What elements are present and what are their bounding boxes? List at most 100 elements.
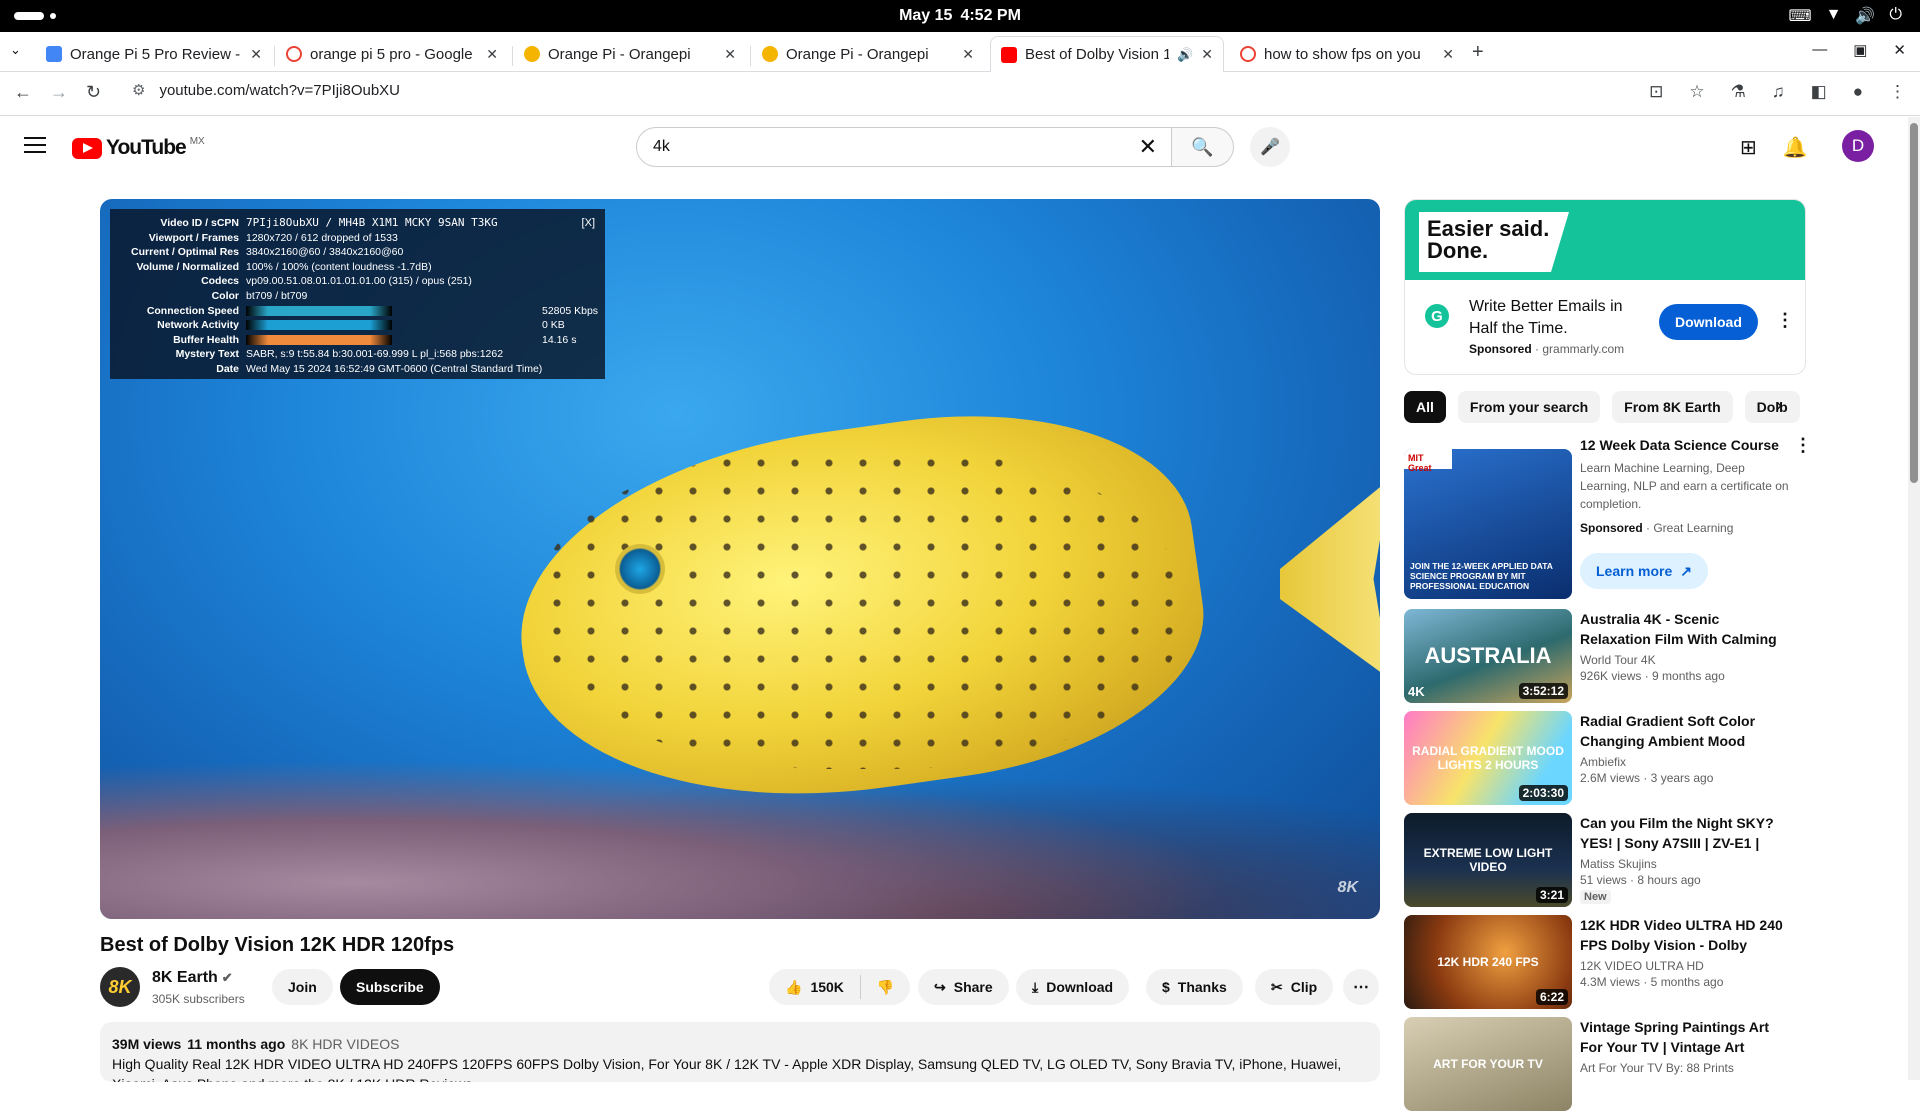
clear-search-icon[interactable]: ✕: [1139, 134, 1157, 160]
ad-more-icon[interactable]: ⋮: [1776, 310, 1794, 331]
recommended-title[interactable]: Radial Gradient Soft Color Changing Ambi…: [1580, 711, 1784, 751]
more-options-icon[interactable]: ⋮: [1794, 435, 1812, 456]
dislike-button[interactable]: 👎: [861, 979, 910, 996]
share-button[interactable]: ↪ Share: [918, 969, 1009, 1005]
tab-orangepi-2[interactable]: Orange Pi - Orangepi ✕: [752, 36, 984, 72]
voice-search-button[interactable]: 🎤: [1250, 127, 1290, 167]
close-tab-icon[interactable]: ✕: [1442, 46, 1454, 63]
tab-orangepi-1[interactable]: Orange Pi - Orangepi ✕: [514, 36, 746, 72]
menu-icon[interactable]: [24, 137, 46, 158]
sponsored-thumbnail[interactable]: MIT Great JOIN THE 12-WEEK APPLIED DATA …: [1404, 449, 1572, 599]
search-value: 4k: [653, 138, 670, 155]
stats-value: 52805 Kbps: [542, 304, 599, 317]
chip-from-your-search[interactable]: From your search: [1457, 391, 1601, 423]
learn-more-button[interactable]: Learn more ↗: [1580, 553, 1708, 589]
chip-dolby[interactable]: Dolb: [1744, 391, 1800, 423]
site-info-icon[interactable]: ⚙: [132, 82, 145, 99]
chip-from-8k-earth[interactable]: From 8K Earth: [1612, 391, 1733, 423]
channel-name[interactable]: 8K Earth: [152, 969, 218, 986]
youtube-logo[interactable]: YouTube MX: [72, 136, 205, 160]
bookmark-star-icon[interactable]: ☆: [1689, 82, 1704, 102]
recommended-channel[interactable]: Ambiefix: [1580, 755, 1784, 769]
sponsored-recommendation[interactable]: MIT Great JOIN THE 12-WEEK APPLIED DATA …: [1404, 435, 1812, 605]
like-button[interactable]: 👍 150K: [769, 975, 861, 999]
thanks-button[interactable]: $ Thanks: [1146, 969, 1243, 1005]
speaker-icon[interactable]: 🔊: [1177, 47, 1193, 63]
recommended-channel[interactable]: World Tour 4K: [1580, 653, 1784, 667]
recommended-video[interactable]: EXTREME LOW LIGHT VIDEO 3:21 Can you Film …: [1404, 813, 1806, 909]
new-tab-icon[interactable]: +: [1472, 41, 1484, 64]
description-box[interactable]: 39M views 11 months ago 8K HDR VIDEOS High…: [100, 1022, 1380, 1082]
video-thumbnail[interactable]: RADIAL GRADIENT MOOD LIGHTS 2 HOURS 2:03:…: [1404, 711, 1572, 805]
recommended-video[interactable]: 12K HDR 240 FPS 6:22 12K HDR Video ULTRA H…: [1404, 915, 1806, 1011]
download-button[interactable]: ⤓ Download: [1016, 969, 1130, 1005]
video-thumbnail[interactable]: ART FOR YOUR TV: [1404, 1017, 1572, 1111]
minimize-icon[interactable]: —: [1812, 41, 1827, 59]
account-avatar[interactable]: D: [1842, 130, 1874, 162]
page-scrollbar[interactable]: [1908, 117, 1920, 1080]
stats-value: 3840x2160@60 / 3840x2160@60: [246, 246, 404, 259]
close-stats-button[interactable]: [X]: [582, 216, 595, 231]
profile-icon[interactable]: ●: [1853, 82, 1863, 102]
chip-all[interactable]: All: [1404, 391, 1446, 423]
ad-title[interactable]: Write Better Emails in Half the Time.: [1469, 296, 1639, 340]
recommended-title[interactable]: Australia 4K - Scenic Relaxation Film Wi…: [1580, 609, 1784, 649]
recommended-title[interactable]: 12K HDR Video ULTRA HD 240 FPS Dolby Vis…: [1580, 915, 1784, 955]
recommended-title[interactable]: Vintage Spring Paintings Art For Your TV…: [1580, 1017, 1784, 1057]
tab-fps-search[interactable]: how to show fps on you ✕: [1230, 36, 1464, 72]
close-tab-icon[interactable]: ✕: [250, 46, 262, 63]
media-controls-icon[interactable]: ♫: [1772, 82, 1785, 102]
more-actions-icon[interactable]: ⋯: [1343, 969, 1379, 1005]
video-thumbnail[interactable]: 12K HDR 240 FPS 6:22: [1404, 915, 1572, 1009]
recommended-channel[interactable]: Art For Your TV By: 88 Prints: [1580, 1061, 1784, 1075]
install-app-icon[interactable]: ⊡: [1649, 82, 1663, 102]
forward-icon[interactable]: →: [50, 82, 68, 103]
back-icon[interactable]: ←: [14, 82, 32, 103]
ad-download-button[interactable]: Download: [1659, 304, 1758, 340]
recommended-video[interactable]: AUSTRALIA 4K 3:52:12 Australia 4K - Scenic …: [1404, 609, 1806, 705]
scrollbar-thumb[interactable]: [1910, 123, 1918, 483]
chevron-right-icon[interactable]: ›: [1776, 395, 1782, 416]
reload-icon[interactable]: ↻: [86, 82, 101, 103]
clip-button[interactable]: ✂ Clip: [1255, 969, 1334, 1005]
labs-icon[interactable]: ⚗: [1731, 82, 1746, 102]
video-thumbnail[interactable]: AUSTRALIA 4K 3:52:12: [1404, 609, 1572, 703]
recommended-video[interactable]: RADIAL GRADIENT MOOD LIGHTS 2 HOURS 2:03:…: [1404, 711, 1806, 807]
search-input[interactable]: 4k ✕: [636, 127, 1172, 167]
system-tray[interactable]: ⌨ ▼ 🔊 ⏻: [1788, 6, 1902, 26]
subscribe-button[interactable]: Subscribe: [340, 969, 440, 1005]
tab-youtube-active[interactable]: Best of Dolby Vision 1 🔊 ✕: [990, 36, 1224, 72]
close-tab-icon[interactable]: ✕: [724, 46, 736, 63]
close-window-icon[interactable]: ✕: [1893, 41, 1906, 59]
search-button[interactable]: 🔍: [1172, 127, 1234, 167]
recommended-meta: 926K views · 9 months ago: [1580, 669, 1725, 683]
create-video-icon[interactable]: ⊞: [1740, 135, 1757, 160]
address-bar[interactable]: ⚙ youtube.com/watch?v=7PIji8OubXU: [132, 81, 400, 99]
recommended-title[interactable]: Can you Film the Night SKY? YES! | Sony …: [1580, 813, 1784, 853]
close-tab-icon[interactable]: ✕: [1201, 46, 1213, 63]
channel-avatar[interactable]: 8K: [100, 967, 140, 1007]
ad-banner[interactable]: Easier said. Done.: [1405, 200, 1805, 280]
sponsored-title[interactable]: 12 Week Data Science Course: [1580, 435, 1790, 455]
channel-name-row[interactable]: 8K Earth ✔: [152, 969, 233, 987]
recommended-video[interactable]: ART FOR YOUR TV Vintage Spring Paintings …: [1404, 1017, 1806, 1113]
stats-graph: [246, 320, 392, 331]
tab-search-icon[interactable]: ⌄: [10, 42, 21, 58]
video-thumbnail[interactable]: EXTREME LOW LIGHT VIDEO 3:21: [1404, 813, 1572, 907]
system-clock[interactable]: May 15 4:52 PM: [0, 7, 1920, 25]
notifications-bell-icon[interactable]: 🔔: [1783, 135, 1808, 160]
close-tab-icon[interactable]: ✕: [486, 46, 498, 63]
recommended-channel[interactable]: 12K VIDEO ULTRA HD: [1580, 959, 1784, 973]
browser-menu-icon[interactable]: ⋮: [1889, 82, 1906, 102]
maximize-icon[interactable]: ▣: [1853, 41, 1867, 59]
tab-orange-pi-review[interactable]: Orange Pi 5 Pro Review - ✕: [36, 36, 272, 72]
tab-google-search[interactable]: orange pi 5 pro - Google ✕: [276, 36, 508, 72]
browser-toolbar: ← → ↻ ⚙ youtube.com/watch?v=7PIji8OubXU ⊡…: [0, 72, 1920, 116]
join-button[interactable]: Join: [272, 969, 333, 1005]
hashtags[interactable]: 8K HDR VIDEOS: [291, 1036, 399, 1052]
recommended-channel[interactable]: Matiss Skujins: [1580, 857, 1784, 871]
video-player[interactable]: 8K [X] Video ID / sCPN 7PIji8OubXU / MH4B…: [100, 199, 1380, 919]
ad-card[interactable]: Easier said. Done. G Write Better Emails…: [1404, 199, 1806, 375]
close-tab-icon[interactable]: ✕: [962, 46, 974, 63]
side-panel-icon[interactable]: ◧: [1811, 82, 1827, 102]
